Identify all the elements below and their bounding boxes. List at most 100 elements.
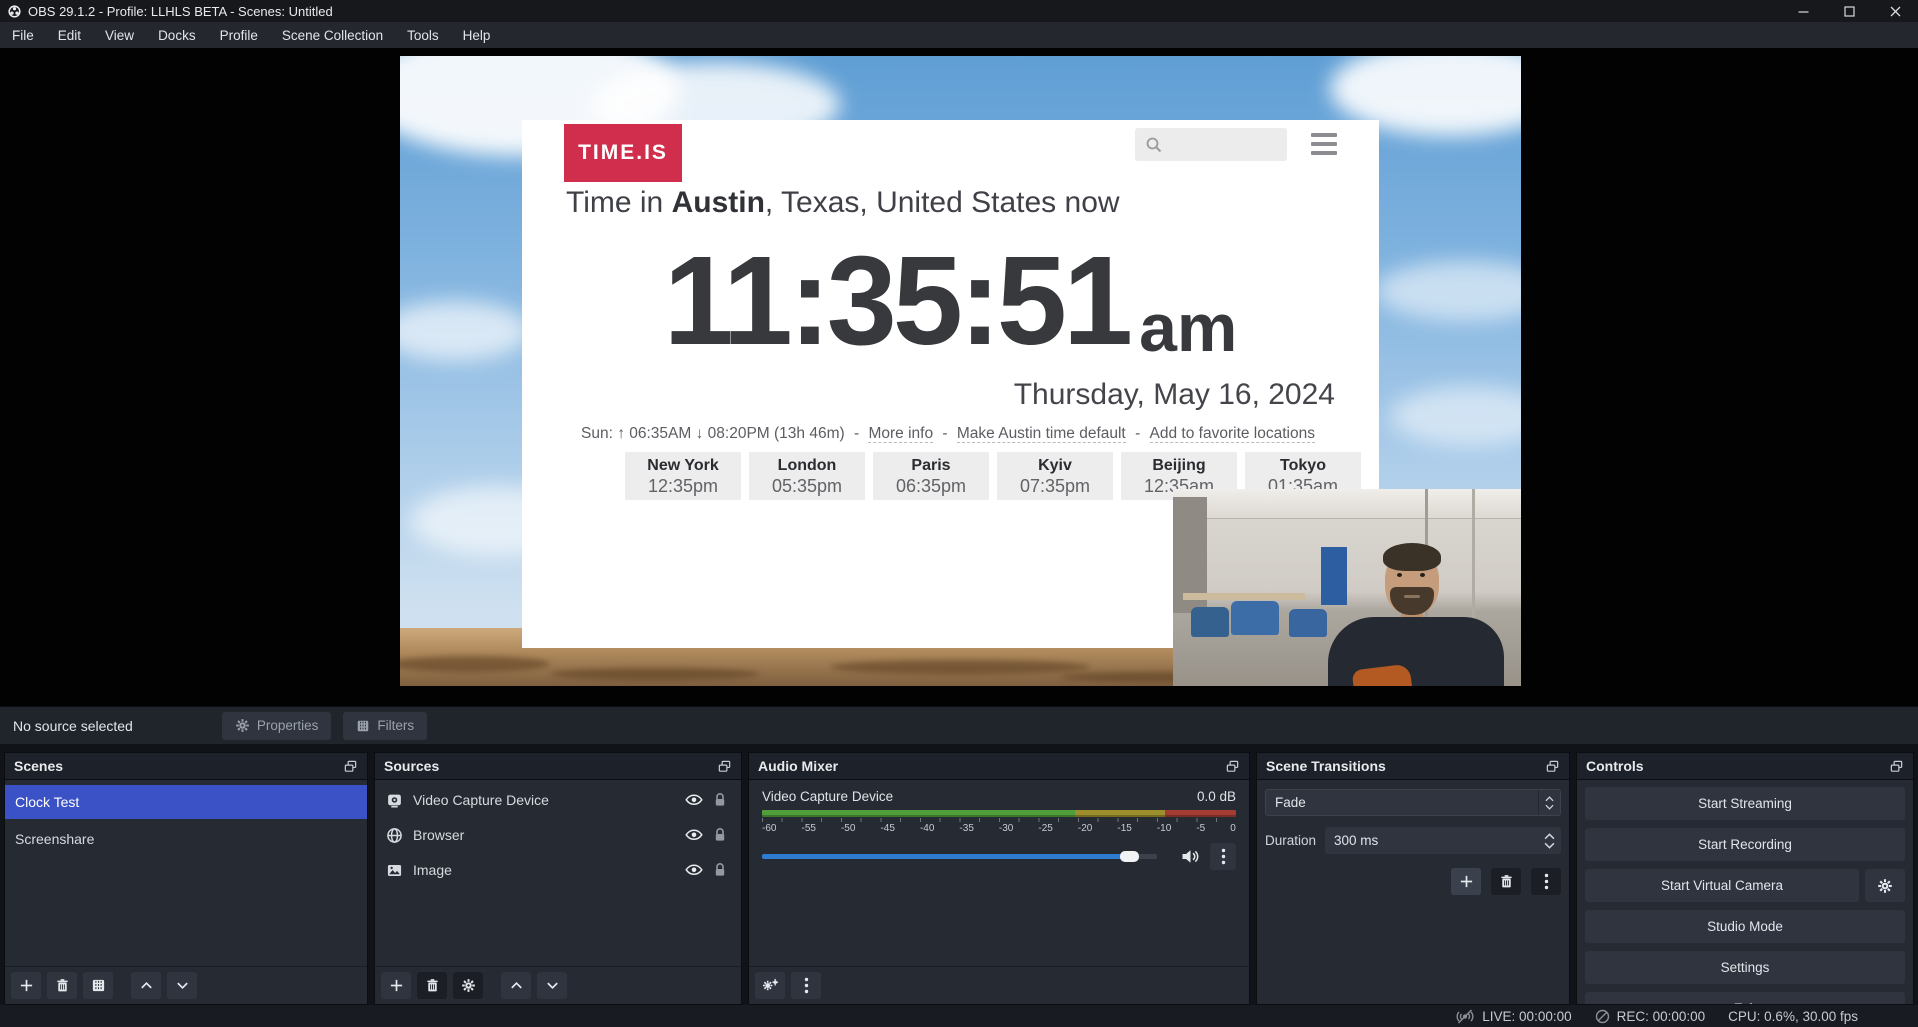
move-scene-down-button[interactable] <box>167 972 197 999</box>
cpu-status: CPU: 0.6%, 30.00 fps <box>1728 1009 1858 1024</box>
popout-icon <box>1545 759 1560 774</box>
move-scene-up-button[interactable] <box>131 972 161 999</box>
eye-icon[interactable] <box>685 862 703 878</box>
add-source-button[interactable] <box>381 972 411 999</box>
speaker-icon[interactable] <box>1181 848 1200 865</box>
duration-spinbox[interactable]: 300 ms <box>1325 827 1561 854</box>
person-eye <box>1397 573 1402 577</box>
selection-status-text: No source selected <box>13 718 133 734</box>
sun-times: Sun: ↑ 06:35AM ↓ 08:20PM (13h 46m) <box>581 425 845 442</box>
menu-item-docks[interactable]: Docks <box>146 22 208 48</box>
source-item-image[interactable]: Image <box>375 855 741 885</box>
make-default-link[interactable]: Make Austin time default <box>957 425 1126 443</box>
chevron-down-icon <box>545 978 560 993</box>
scene-item-screenshare[interactable]: Screenshare <box>5 822 367 856</box>
close-button[interactable] <box>1872 0 1918 22</box>
mixer-menu-button[interactable] <box>791 972 821 999</box>
menu-item-view[interactable]: View <box>93 22 146 48</box>
source-properties-button[interactable] <box>453 972 483 999</box>
remove-transition-button[interactable] <box>1491 868 1521 895</box>
window-title: OBS 29.1.2 - Profile: LLHLS BETA - Scene… <box>28 4 333 19</box>
start-recording-button[interactable]: Start Recording <box>1585 828 1905 861</box>
mixer-channel: Video Capture Device 0.0 dB -60-55-50-45… <box>749 780 1249 966</box>
timeis-logo[interactable]: TIME.IS <box>564 124 682 182</box>
office-chair <box>1231 601 1279 635</box>
transitions-title: Scene Transitions <box>1266 758 1386 774</box>
sources-toolbar <box>375 966 741 1004</box>
studio-mode-button[interactable]: Studio Mode <box>1585 910 1905 943</box>
menu-item-help[interactable]: Help <box>451 22 503 48</box>
sources-panel: Sources Video Capture Device Browser <box>374 752 742 1005</box>
controls-panel: Controls Start Streaming Start Recording… <box>1576 752 1914 1005</box>
scene-item-clock-test[interactable]: Clock Test <box>5 785 367 819</box>
transition-menu-button[interactable] <box>1531 868 1561 895</box>
remove-source-button[interactable] <box>417 972 447 999</box>
move-source-up-button[interactable] <box>501 972 531 999</box>
kebab-menu-icon <box>804 977 809 994</box>
page-heading: Time in Austin, Texas, United States now <box>566 186 1120 220</box>
menu-item-tools[interactable]: Tools <box>395 22 451 48</box>
add-favorite-link[interactable]: Add to favorite locations <box>1150 425 1315 443</box>
menu-item-scene-collection[interactable]: Scene Collection <box>270 22 395 48</box>
hamburger-menu-button[interactable] <box>1311 133 1337 155</box>
select-spinner[interactable] <box>1538 790 1560 815</box>
blue-banner <box>1321 547 1347 605</box>
start-virtual-camera-button[interactable]: Start Virtual Camera <box>1585 869 1859 902</box>
transitions-header: Scene Transitions <box>1257 753 1569 780</box>
volume-slider-handle[interactable] <box>1120 851 1139 862</box>
filters-button[interactable]: Filters <box>343 712 427 740</box>
plus-icon <box>19 978 34 993</box>
volume-slider[interactable] <box>762 854 1157 859</box>
controls-header: Controls <box>1577 753 1913 780</box>
clock-time: 11:35:51 <box>664 238 1129 364</box>
scene-filters-button[interactable] <box>83 972 113 999</box>
office-chair <box>1191 607 1229 637</box>
advanced-audio-button[interactable] <box>755 972 785 999</box>
audio-mixer-panel: Audio Mixer Video Capture Device 0.0 dB … <box>748 752 1250 1005</box>
menu-item-profile[interactable]: Profile <box>208 22 270 48</box>
eye-icon[interactable] <box>685 827 703 843</box>
search-input[interactable] <box>1135 128 1287 161</box>
channel-menu-button[interactable] <box>1210 843 1236 870</box>
city-card-new-york[interactable]: New York 12:35pm <box>625 452 741 500</box>
move-source-down-button[interactable] <box>537 972 567 999</box>
double-gear-icon <box>762 978 779 993</box>
settings-button[interactable]: Settings <box>1585 951 1905 984</box>
eye-icon[interactable] <box>685 792 703 808</box>
menu-item-edit[interactable]: Edit <box>46 22 93 48</box>
remove-scene-button[interactable] <box>47 972 77 999</box>
sources-panel-title: Sources <box>384 758 439 774</box>
chevron-down-icon <box>1545 804 1554 810</box>
transition-select[interactable]: Fade <box>1265 789 1561 816</box>
virtual-camera-settings-button[interactable] <box>1865 869 1905 902</box>
spin-down-icon[interactable] <box>1544 842 1555 849</box>
sun-info-line: Sun: ↑ 06:35AM ↓ 08:20PM (13h 46m) - Mor… <box>522 425 1379 443</box>
menu-item-file[interactable]: File <box>0 22 46 48</box>
scenes-toolbar <box>5 966 367 1004</box>
popout-icon <box>343 759 358 774</box>
more-info-link[interactable]: More info <box>868 425 933 443</box>
city-card-london[interactable]: London 05:35pm <box>749 452 865 500</box>
minimize-button[interactable] <box>1780 0 1826 22</box>
scene-transitions-panel: Scene Transitions Fade Duration 300 ms <box>1256 752 1570 1005</box>
scene-preview[interactable]: TIME.IS Time in Austin, Texas, United St… <box>400 56 1521 686</box>
exit-button[interactable]: Exit <box>1585 992 1905 1004</box>
city-card-kyiv[interactable]: Kyiv 07:35pm <box>997 452 1113 500</box>
lock-icon[interactable] <box>713 862 727 878</box>
lock-icon[interactable] <box>713 792 727 808</box>
spin-up-icon[interactable] <box>1544 833 1555 840</box>
add-scene-button[interactable] <box>11 972 41 999</box>
start-streaming-button[interactable]: Start Streaming <box>1585 787 1905 820</box>
filter-icon <box>356 719 370 733</box>
city-card-paris[interactable]: Paris 06:35pm <box>873 452 989 500</box>
add-transition-button[interactable] <box>1451 868 1481 895</box>
chevron-up-icon <box>1545 796 1554 802</box>
source-item-browser[interactable]: Browser <box>375 820 741 850</box>
source-item-video-capture[interactable]: Video Capture Device <box>375 785 741 815</box>
program-canvas: TIME.IS Time in Austin, Texas, United St… <box>0 48 1918 706</box>
properties-button[interactable]: Properties <box>222 712 332 740</box>
lock-icon[interactable] <box>713 827 727 843</box>
scenes-list: Clock Test Screenshare <box>5 780 367 966</box>
maximize-button[interactable] <box>1826 0 1872 22</box>
audio-mixer-header: Audio Mixer <box>749 753 1249 780</box>
